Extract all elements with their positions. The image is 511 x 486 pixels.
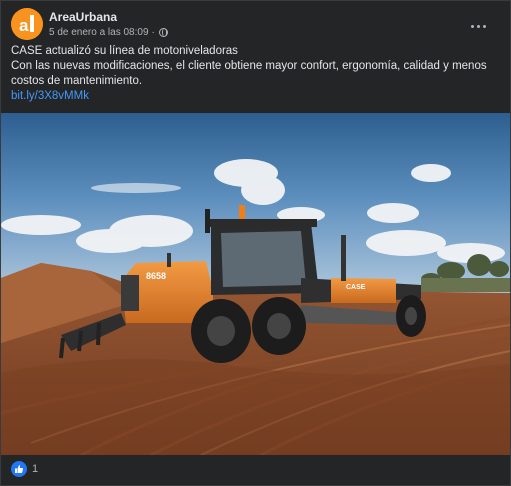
post-timestamp[interactable]: 5 de enero a las 08:09 bbox=[49, 27, 149, 38]
page-avatar[interactable]: a bbox=[11, 8, 43, 40]
more-options-icon bbox=[476, 24, 480, 28]
model-badge: 8658 bbox=[146, 271, 166, 281]
post-header: a AreaUrbana 5 de enero a las 08:09 · bbox=[11, 8, 500, 42]
brand-badge: CASE bbox=[346, 284, 366, 291]
globe-icon bbox=[158, 28, 168, 37]
reaction-count: 1 bbox=[32, 463, 39, 475]
meta-separator: · bbox=[151, 27, 155, 38]
thumbs-up-icon bbox=[15, 465, 24, 473]
post-meta: 5 de enero a las 08:09 · bbox=[49, 27, 168, 38]
post-link[interactable]: bit.ly/3X8vMMk bbox=[11, 90, 89, 102]
post-card: a AreaUrbana 5 de enero a las 08:09 · CA… bbox=[0, 0, 511, 486]
more-options-icon bbox=[482, 24, 486, 28]
reactions-summary[interactable]: 1 bbox=[11, 461, 38, 477]
areaurbana-logo: a bbox=[11, 8, 43, 40]
like-icon bbox=[11, 461, 27, 477]
post-headline: CASE actualizó su línea de motonivelador… bbox=[11, 45, 238, 57]
post-photo[interactable]: 8658 CASE bbox=[1, 113, 510, 455]
post-text: CASE actualizó su línea de motonivelador… bbox=[11, 44, 491, 104]
more-options-button[interactable] bbox=[466, 18, 490, 34]
more-options-icon bbox=[470, 24, 474, 28]
svg-text:a: a bbox=[19, 16, 29, 35]
post-body: Con las nuevas modificaciones, el client… bbox=[11, 60, 487, 87]
page-name[interactable]: AreaUrbana bbox=[49, 10, 117, 24]
